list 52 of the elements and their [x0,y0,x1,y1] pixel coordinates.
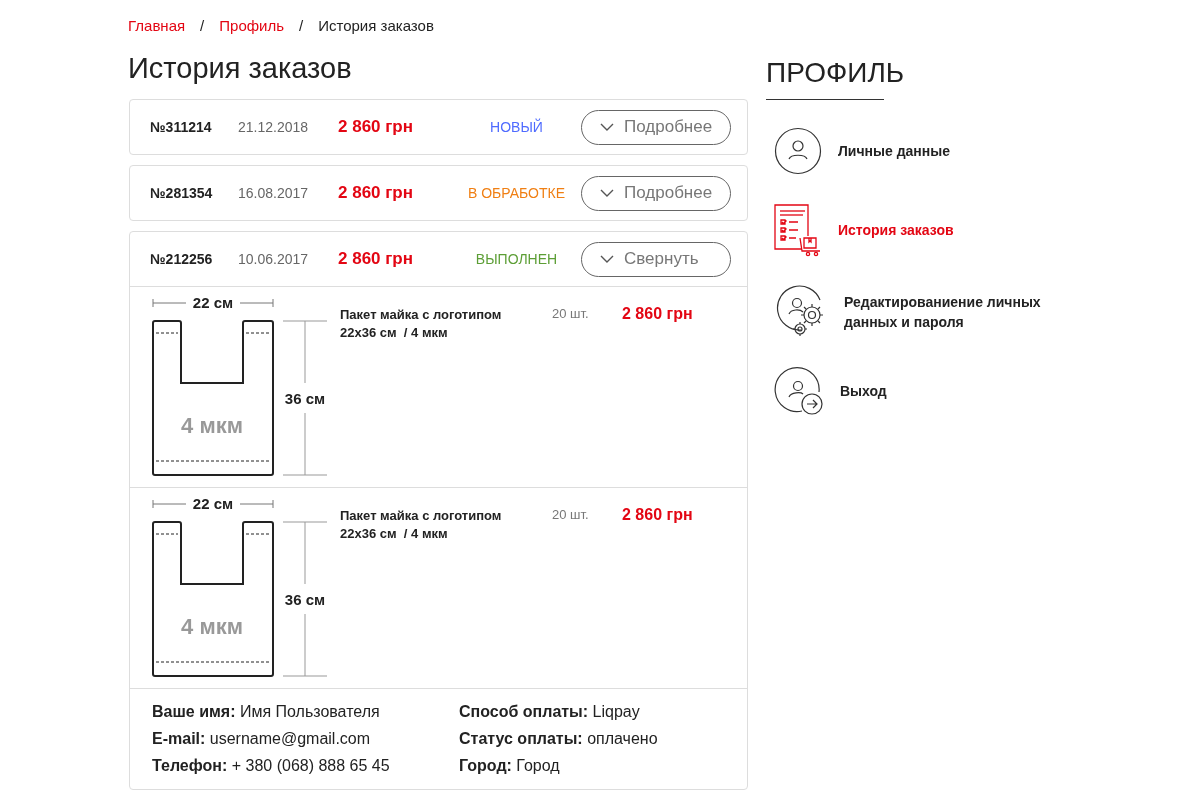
product-quantity: 20 шт. [552,306,590,321]
order-date: 21.12.2018 [238,119,310,135]
page-title: История заказов [128,52,353,85]
breadcrumb-separator: / [299,17,304,34]
bag-height-label: 36 см [284,390,326,407]
product-quantity: 20 шт. [552,507,590,522]
order-total: 2 860 грн [338,249,414,269]
bag-thickness-label: 4 мкм [181,413,243,438]
sidebar-item[interactable]: Выход [774,366,1066,416]
order-detail: Ваше имя: Имя Пользователя [152,703,381,721]
user-icon [774,127,822,175]
sidebar-item[interactable]: Редактированиение личных данных и пароля [774,284,1066,340]
chevron-down-icon [600,189,614,197]
product-name: Пакет майка с логотипом [340,507,503,525]
bag-height-label: 36 см [284,591,326,608]
order-status: НОВЫЙ [489,119,544,135]
chevron-down-icon [600,255,614,263]
sidebar-title: ПРОФИЛЬ [766,57,906,89]
order-detail: Город: Город [459,757,561,775]
chevron-down-icon [600,123,614,131]
product-price: 2 860 грн [622,305,693,323]
order-detail: E-mail: username@gmail.com [152,730,372,748]
breadcrumb-link[interactable]: Главная [128,17,186,34]
details-toggle-button[interactable]: Свернуть [581,241,731,277]
order-date: 16.08.2017 [238,185,310,201]
order-number: №311214 [150,119,213,135]
order-detail: Способ оплаты: Liqpay [459,703,641,721]
breadcrumb-link[interactable]: Профиль [219,17,285,34]
order-total: 2 860 грн [338,183,414,203]
order-status: ВЫПОЛНЕН [474,251,559,267]
bag-width-label: 22 см [192,495,234,512]
order-number: №212256 [150,251,214,267]
order-total: 2 860 грн [338,117,414,137]
bag-width-label: 22 см [192,294,234,311]
bag-thickness-label: 4 мкм [181,614,243,639]
details-toggle-button[interactable]: Подробнее [581,175,731,211]
sidebar-item[interactable]: Личные данные [774,126,1066,176]
breadcrumb-current: История заказов [318,17,434,34]
product-spec: 22x36 см / 4 мкм [340,525,449,543]
product-name: Пакет майка с логотипом [340,306,503,324]
product-spec: 22x36 см / 4 мкм [340,324,449,342]
user-exit-icon [774,366,824,416]
order-list-cart-icon [774,202,822,258]
order-status: В ОБРАБОТКЕ [467,185,566,201]
order-detail: Телефон: + 380 (068) 888 65 45 [152,757,391,775]
breadcrumb-separator: / [200,17,205,34]
details-toggle-button[interactable]: Подробнее [581,109,731,145]
order-detail: Статус оплаты: оплачено [459,730,659,748]
sidebar-item[interactable]: История заказов [774,202,1066,258]
product-price: 2 860 грн [622,506,693,524]
order-number: №281354 [150,185,214,201]
order-date: 10.06.2017 [238,251,310,267]
